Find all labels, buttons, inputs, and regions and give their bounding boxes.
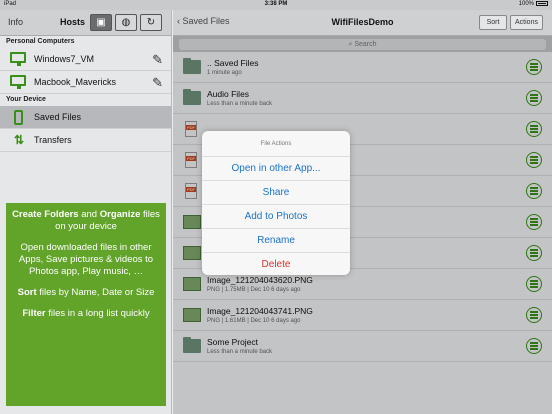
- actions-button[interactable]: Actions: [510, 15, 543, 30]
- section-personal-computers: Personal Computers: [6, 38, 75, 45]
- sidebar-item-label: Windows7_VM: [34, 54, 95, 64]
- share-button[interactable]: Share: [202, 181, 350, 205]
- globe-icon[interactable]: ◍: [115, 14, 137, 31]
- sidebar-item-saved-files[interactable]: Saved Files: [0, 106, 171, 129]
- promo-folders: Create Folders and Organize files on you…: [12, 209, 160, 232]
- navigation-bar: ‹ Saved Files WifiFilesDemo Sort Actions: [173, 10, 552, 36]
- add-to-photos-button[interactable]: Add to Photos: [202, 205, 350, 229]
- sidebar-item-transfers[interactable]: ⇅ Transfers: [0, 129, 171, 152]
- open-in-other-app-button[interactable]: Open in other App...: [202, 157, 350, 181]
- sidebar-item-label: Transfers: [34, 135, 72, 145]
- promo-filter: Filter files in a long list quickly: [22, 308, 150, 319]
- battery-icon: [536, 1, 548, 6]
- battery-percent: 100%: [518, 1, 534, 8]
- section-your-device: Your Device: [6, 96, 46, 103]
- popup-title: File Actions: [202, 131, 350, 157]
- sidebar: Info Hosts ▣ ◍ ↻ Personal Computers Wind…: [0, 10, 172, 414]
- sidebar-item-windows7[interactable]: Windows7_VM ✎: [0, 48, 171, 71]
- monitor-toggle-icon[interactable]: ▣: [90, 14, 112, 31]
- info-button[interactable]: Info: [8, 17, 23, 27]
- sort-button[interactable]: Sort: [479, 15, 507, 30]
- clock: 3:38 PM: [264, 1, 288, 7]
- rename-button[interactable]: Rename: [202, 229, 350, 253]
- delete-button[interactable]: Delete: [202, 253, 350, 277]
- battery-indicator: 100%: [519, 1, 548, 7]
- sidebar-header: Info Hosts ▣ ◍ ↻: [0, 10, 171, 36]
- promo-open: Open downloaded files in other Apps, Sav…: [18, 242, 154, 277]
- refresh-icon[interactable]: ↻: [140, 14, 162, 31]
- sidebar-item-macbook[interactable]: Macbook_Mavericks ✎: [0, 71, 171, 94]
- status-bar: iPad 3:38 PM 100%: [0, 0, 552, 10]
- phone-icon: [10, 110, 28, 125]
- hosts-title: Hosts: [60, 17, 86, 27]
- monitor-icon: [10, 75, 28, 89]
- monitor-icon: [10, 52, 28, 66]
- promo-sort: Sort files by Name, Date or Size: [17, 287, 155, 298]
- feature-promo-panel: Create Folders and Organize files on you…: [6, 203, 166, 406]
- sidebar-item-label: Saved Files: [34, 112, 82, 122]
- file-actions-popup: File Actions Open in other App... Share …: [202, 131, 350, 275]
- sidebar-item-label: Macbook_Mavericks: [34, 77, 117, 87]
- edit-pencil-icon[interactable]: ✎: [152, 75, 163, 91]
- edit-pencil-icon[interactable]: ✎: [152, 52, 163, 68]
- transfer-arrows-icon: ⇅: [14, 133, 25, 147]
